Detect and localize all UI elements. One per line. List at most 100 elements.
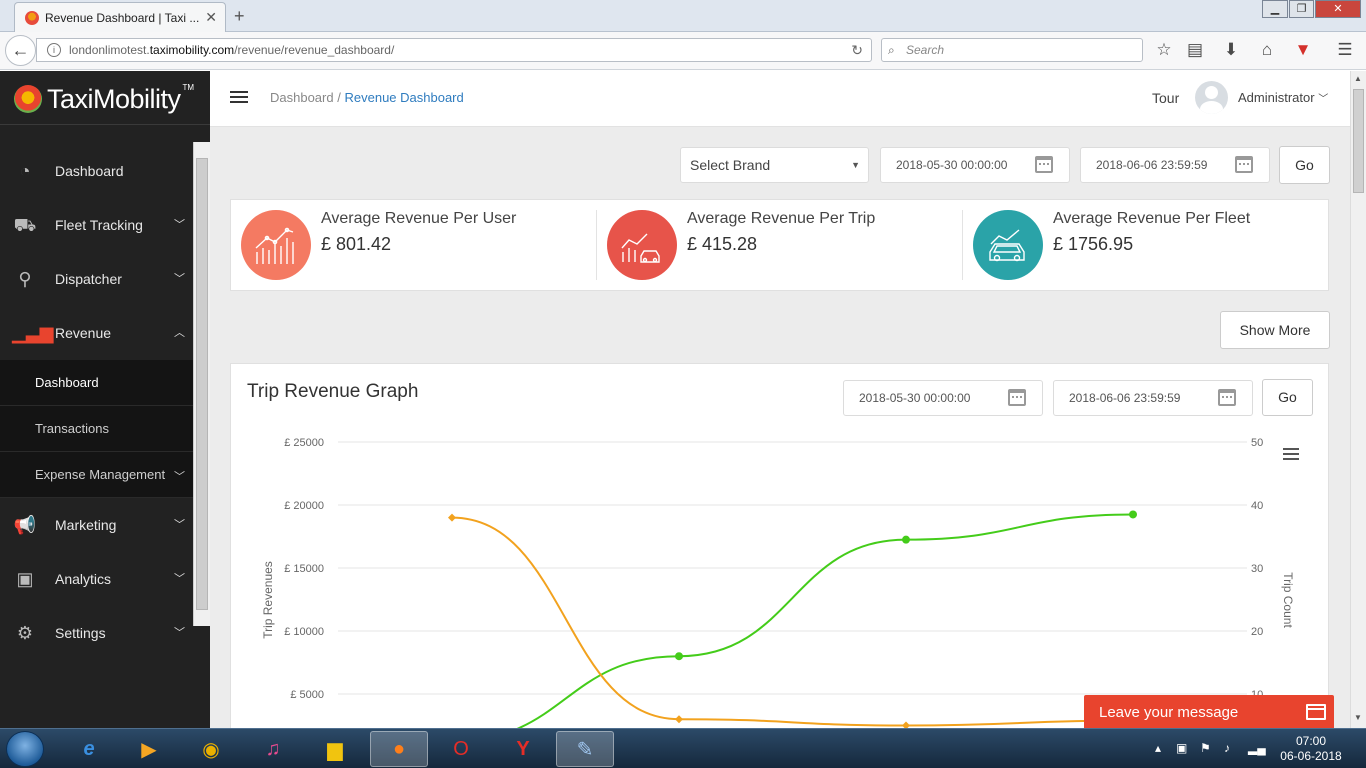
calendar-icon[interactable]	[1035, 156, 1053, 173]
media-player-icon[interactable]: ▶	[120, 731, 178, 767]
calendar-icon[interactable]	[1218, 389, 1236, 406]
reading-list-icon[interactable]: ▤	[1184, 40, 1206, 60]
sidebar-item-revenue[interactable]: ▁▃▆ Revenue ︿	[0, 306, 193, 360]
chevron-up-icon: ︿	[174, 327, 185, 339]
brand-logo[interactable]: TaxiMobility TM	[14, 81, 194, 117]
fleet-car-icon	[973, 210, 1043, 280]
clock-time: 07:00	[1295, 734, 1327, 748]
submenu-item-transactions[interactable]: Transactions	[0, 406, 193, 452]
network-device-icon[interactable]: ▣	[1176, 741, 1187, 755]
submenu-item-label: Transactions	[35, 421, 109, 436]
minimize-button[interactable]: ▁	[1262, 0, 1288, 18]
firefox-icon[interactable]: ●	[370, 731, 428, 767]
stat-label: Average Revenue Per Trip	[687, 210, 876, 227]
show-more-button[interactable]: Show More	[1220, 311, 1330, 349]
start-button[interactable]	[6, 731, 44, 767]
calendar-icon[interactable]	[1008, 389, 1026, 406]
action-center-icon[interactable]: ⚑	[1200, 741, 1211, 755]
tab-close-icon[interactable]: ✕	[205, 9, 217, 26]
sidebar-item-marketing[interactable]: 📢 Marketing ﹀	[0, 498, 193, 552]
sidebar-item-dashboard[interactable]: ◔ Dashboard	[0, 144, 193, 198]
graph-go-button[interactable]: Go	[1262, 379, 1313, 416]
itunes-icon[interactable]: ♫	[244, 731, 302, 767]
shield-icon[interactable]: ▼	[1292, 40, 1314, 60]
volume-icon[interactable]: ♪	[1224, 741, 1230, 755]
opera-icon[interactable]: O	[432, 731, 490, 767]
sidebar-scrollbar[interactable]	[193, 142, 210, 626]
chevron-down-icon: ﹀	[174, 471, 185, 483]
report-icon: ▣	[16, 569, 34, 589]
scroll-down-arrow-icon[interactable]: ▼	[1354, 713, 1362, 722]
browser-search-input[interactable]: ⌕ Search	[881, 38, 1143, 62]
maximize-button[interactable]: ❐	[1289, 0, 1314, 18]
browser-menu-icon[interactable]: ☰	[1334, 40, 1356, 60]
chat-window-icon	[1306, 704, 1326, 720]
to-date-input[interactable]: 2018-06-06 23:59:59	[1080, 147, 1270, 183]
avatar[interactable]	[1195, 81, 1228, 114]
scroll-up-arrow-icon[interactable]: ▲	[1354, 74, 1362, 83]
series-point	[902, 535, 910, 544]
graph-to-date-input[interactable]: 2018-06-06 23:59:59	[1053, 380, 1253, 416]
back-button[interactable]: ←	[5, 35, 36, 66]
reload-icon[interactable]: ↻	[851, 39, 863, 61]
stat-value: £ 1756.95	[1053, 234, 1134, 254]
page-scrollbar[interactable]: ▲ ▼	[1350, 71, 1366, 728]
sidebar-item-dispatcher[interactable]: ⚲ Dispatcher ﹀	[0, 252, 193, 306]
search-icon: ⌕	[888, 43, 895, 57]
browser-tab-bar: Revenue Dashboard | Taxi ... ✕ + ▁ ❐ ✕	[0, 0, 1366, 32]
site-info-icon[interactable]: i	[47, 43, 61, 57]
browser-tab[interactable]: Revenue Dashboard | Taxi ... ✕	[14, 2, 226, 32]
signal-icon[interactable]: ▂▄	[1248, 741, 1266, 755]
user-menu[interactable]: Administrator ﹀	[1238, 90, 1328, 105]
brand-select[interactable]: Select Brand ▼	[680, 147, 869, 183]
submenu-item-expense-management[interactable]: Expense Management ﹀	[0, 452, 193, 498]
sidebar-item-label: Dashboard	[55, 163, 124, 179]
breadcrumb: Dashboard / Revenue Dashboard	[270, 90, 464, 105]
series-point	[675, 652, 683, 661]
system-clock[interactable]: 07:00 06-06-2018	[1280, 734, 1342, 764]
y2-tick-label: 20	[1251, 626, 1263, 638]
leave-message-button[interactable]: Leave your message	[1084, 695, 1334, 731]
calendar-icon[interactable]	[1235, 156, 1253, 173]
paint-icon[interactable]: ✎	[556, 731, 614, 767]
trip-revenue-graph-card: Trip Revenue Graph 2018-05-30 00:00:00 2…	[230, 363, 1329, 728]
to-date-value: 2018-06-06 23:59:59	[1096, 158, 1208, 172]
sidebar-item-settings[interactable]: ⚙ Settings ﹀	[0, 606, 193, 660]
tour-link[interactable]: Tour	[1152, 90, 1179, 106]
sidebar-divider	[0, 124, 210, 125]
breadcrumb-root[interactable]: Dashboard	[270, 90, 334, 105]
bookmark-star-icon[interactable]: ☆	[1153, 40, 1175, 60]
sidebar-item-fleet-tracking[interactable]: ⛟ Fleet Tracking ﹀	[0, 198, 193, 252]
home-icon[interactable]: ⌂	[1256, 40, 1278, 60]
internet-explorer-icon[interactable]: e	[60, 731, 118, 767]
show-hidden-icons-icon[interactable]: ▴	[1155, 741, 1161, 755]
go-button[interactable]: Go	[1279, 146, 1330, 184]
hamburger-menu-icon[interactable]	[230, 91, 248, 106]
from-date-value: 2018-05-30 00:00:00	[896, 158, 1008, 172]
close-window-button[interactable]: ✕	[1315, 0, 1361, 18]
new-tab-button[interactable]: +	[234, 6, 245, 27]
from-date-input[interactable]: 2018-05-30 00:00:00	[880, 147, 1070, 183]
y-tick-label: £ 10000	[284, 626, 324, 638]
dropdown-caret-icon: ▼	[851, 160, 860, 170]
chrome-icon[interactable]: ◉	[182, 731, 240, 767]
download-icon[interactable]: ⬇	[1220, 40, 1242, 60]
site-favicon-icon	[25, 11, 39, 25]
breadcrumb-separator: /	[337, 90, 341, 105]
stat-avg-revenue-per-fleet: Average Revenue Per Fleet £ 1756.95	[963, 200, 1329, 290]
yandex-icon[interactable]: Y	[494, 731, 552, 767]
series-point	[1129, 510, 1137, 519]
page-scrollbar-thumb[interactable]	[1353, 89, 1364, 193]
sidebar-item-analytics[interactable]: ▣ Analytics ﹀	[0, 552, 193, 606]
file-explorer-icon[interactable]: ▆	[306, 731, 364, 767]
location-pin-icon: ⚲	[18, 269, 32, 289]
stat-label: Average Revenue Per User	[321, 210, 517, 227]
sidebar-scrollbar-thumb[interactable]	[196, 158, 208, 610]
address-bar[interactable]: i londonlimotest.taximobility.com/revenu…	[36, 38, 872, 62]
graph-from-date-input[interactable]: 2018-05-30 00:00:00	[843, 380, 1043, 416]
search-placeholder: Search	[906, 43, 945, 57]
series-point	[448, 513, 456, 522]
breadcrumb-current[interactable]: Revenue Dashboard	[344, 90, 463, 105]
submenu-item-label: Dashboard	[35, 375, 99, 390]
submenu-item-dashboard[interactable]: Dashboard	[0, 360, 193, 406]
